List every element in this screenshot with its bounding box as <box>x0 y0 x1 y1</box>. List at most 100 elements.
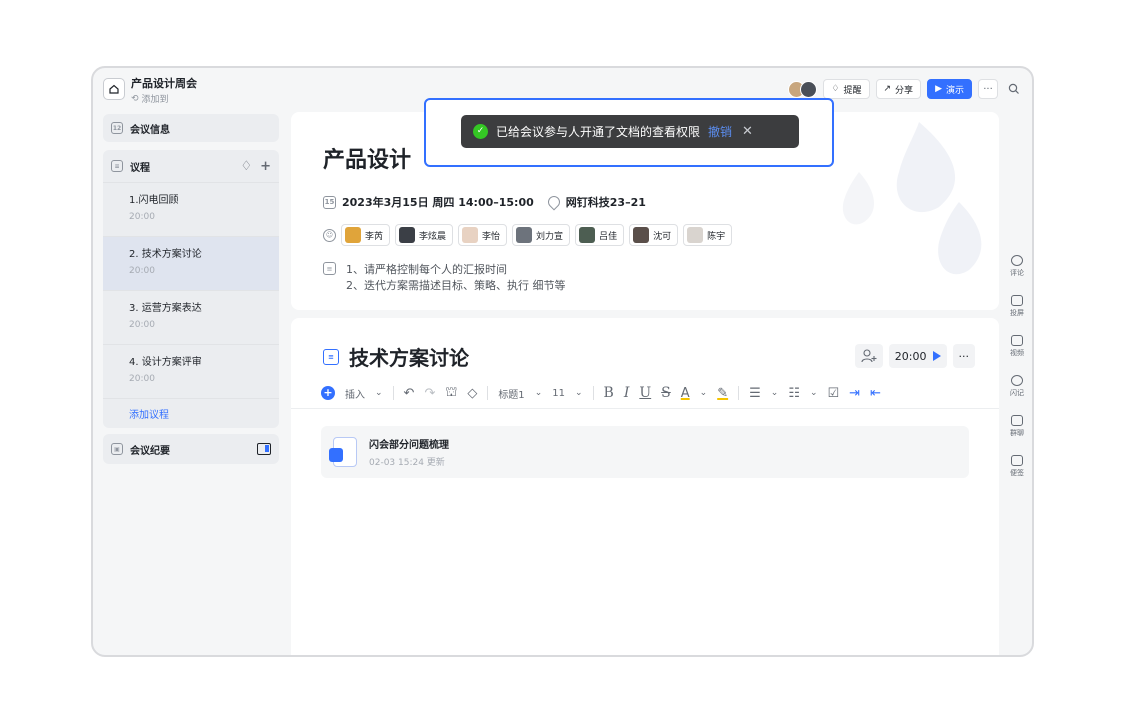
insert-menu[interactable]: 插入 <box>345 386 365 401</box>
minutes-label: 会议纪要 <box>130 445 170 457</box>
rail-sticky-note[interactable]: 便签 <box>1002 446 1032 486</box>
underline-icon[interactable]: U <box>639 385 651 401</box>
participant-chip[interactable]: 李怡 <box>458 224 508 246</box>
heading-select[interactable]: 标题1 <box>498 386 524 401</box>
divider <box>291 408 999 409</box>
undo-button[interactable]: 撤销 <box>708 123 732 140</box>
chevron-down-icon[interactable]: ⌄ <box>375 388 383 398</box>
chevron-down-icon[interactable]: ⌄ <box>810 388 818 398</box>
participant-chip[interactable]: 李炫晨 <box>395 224 454 246</box>
divider <box>738 386 740 400</box>
participant-chip[interactable]: 刘力宣 <box>512 224 571 246</box>
outdent-icon[interactable]: ⇤ <box>870 386 881 401</box>
highlight-icon[interactable]: ✎ <box>717 386 728 401</box>
rail-group-chat[interactable]: 群聊 <box>1002 406 1032 446</box>
agenda-item-time: 20:00 <box>129 266 155 276</box>
bullet-list-icon[interactable]: ☰ <box>749 386 761 401</box>
sidebar: 12 会议信息 ≡ 议程 ♢ + 1.闪电回顾 20:00 2. 技术方案讨论 … <box>103 114 279 464</box>
agenda-bell-icon[interactable]: ♢ <box>240 159 252 174</box>
agenda-item-1[interactable]: 1.闪电回顾 20:00 <box>103 182 279 236</box>
minutes-section[interactable]: ▣ 会议纪要 <box>103 434 279 464</box>
redo-icon[interactable]: ↷ <box>424 386 435 401</box>
collaborator-avatars[interactable] <box>788 80 818 98</box>
divider <box>592 386 594 400</box>
participant-chip[interactable]: 沈可 <box>629 224 679 246</box>
microphone-icon <box>1011 374 1023 386</box>
section-editor-card: ≡ 技术方案讨论 20:00 ··· + 插入 ⌄ ↶ ↷ ⛫ ◇ 标题1 ⌄ … <box>291 318 999 655</box>
meeting-datetime: 2023年3月15日 周四 14:00–15:00 <box>342 196 534 209</box>
eraser-icon[interactable]: ◇ <box>467 386 477 401</box>
section-controls: 20:00 ··· <box>854 344 975 368</box>
rail-comment[interactable]: 评论 <box>1002 246 1032 286</box>
checkbox-icon[interactable]: ☑ <box>828 386 840 401</box>
success-check-icon: ✓ <box>473 124 488 139</box>
numbered-list-icon[interactable]: ☷ <box>788 386 800 401</box>
avatar <box>579 227 596 243</box>
permission-toast: ✓ 已给会议参与人开通了文档的查看权限 撤销 ✕ <box>461 115 799 148</box>
rail-video[interactable]: 视频 <box>1002 326 1032 366</box>
meeting-title: 产品设计 <box>323 148 412 173</box>
rail-label: 闪记 <box>1010 388 1024 397</box>
bell-icon: ♢ <box>831 84 840 94</box>
font-color-icon[interactable]: A <box>681 386 690 401</box>
timer-value: 20:00 <box>894 349 927 363</box>
remind-button[interactable]: ♢ 提醒 <box>823 79 870 99</box>
participant-chip[interactable]: 李芮 <box>341 224 391 246</box>
add-to-button[interactable]: ⟲ 添加到 <box>131 92 169 106</box>
more-button[interactable]: ··· <box>978 79 998 99</box>
insert-plus-icon[interactable]: + <box>321 386 335 400</box>
video-icon <box>1011 334 1023 346</box>
close-icon[interactable]: ✕ <box>742 124 753 139</box>
participant-name: 沈可 <box>653 231 672 242</box>
add-agenda-icon[interactable]: + <box>260 159 271 174</box>
italic-icon[interactable]: I <box>624 385 630 401</box>
home-button[interactable] <box>103 78 125 100</box>
agenda-item-3[interactable]: 3. 运营方案表达 20:00 <box>103 290 279 344</box>
meeting-location[interactable]: 网钉科技23–21 <box>566 194 646 210</box>
rail-flash-note[interactable]: 闪记 <box>1002 366 1032 406</box>
chevron-down-icon[interactable]: ⌄ <box>700 388 708 398</box>
rail-cast[interactable]: 投屏 <box>1002 286 1032 326</box>
add-to-label: 添加到 <box>141 95 169 105</box>
bold-icon[interactable]: B <box>604 385 614 401</box>
rail-label: 投屏 <box>1010 308 1024 317</box>
agenda-section: ≡ 议程 ♢ + 1.闪电回顾 20:00 2. 技术方案讨论 20:00 3.… <box>103 150 279 428</box>
participant-chip[interactable]: 陈宇 <box>683 224 733 246</box>
indent-icon[interactable]: ⇥ <box>849 386 860 401</box>
agenda-item-time: 20:00 <box>129 212 155 222</box>
note-icon: ≡ <box>323 262 336 275</box>
timer-button[interactable]: 20:00 <box>888 344 947 368</box>
participant-chip[interactable]: 吕佳 <box>575 224 625 246</box>
strikethrough-icon[interactable]: S <box>661 385 671 401</box>
format-painter-icon[interactable]: ⛫ <box>445 385 457 402</box>
share-button[interactable]: ↗ 分享 <box>875 79 922 99</box>
chevron-down-icon[interactable]: ⌄ <box>771 388 779 398</box>
agenda-item-4[interactable]: 4. 设计方案评审 20:00 <box>103 344 279 398</box>
add-member-button[interactable] <box>854 344 883 368</box>
section-more-button[interactable]: ··· <box>952 344 975 368</box>
agenda-item-2[interactable]: 2. 技术方案讨论 20:00 <box>103 236 279 290</box>
file-card[interactable]: 闪会部分问题梳理 02-03 15:24 更新 <box>321 426 969 478</box>
minutes-icon: ▣ <box>111 443 123 455</box>
present-button[interactable]: ▶ 演示 <box>927 79 972 99</box>
participant-name: 李芮 <box>365 231 384 242</box>
document-icon: ≡ <box>323 348 339 365</box>
chevron-down-icon[interactable]: ⌄ <box>535 388 543 398</box>
search-button[interactable] <box>1004 79 1024 99</box>
play-icon: ▶ <box>935 84 942 94</box>
undo-icon[interactable]: ↶ <box>404 386 415 401</box>
rail-label: 便签 <box>1010 468 1024 477</box>
meeting-info-section[interactable]: 12 会议信息 <box>103 114 279 142</box>
panel-toggle-icon[interactable] <box>257 443 271 455</box>
agenda-item-title: 4. 设计方案评审 <box>129 357 202 368</box>
calendar-icon: 15 <box>323 195 336 209</box>
participant-name: 陈宇 <box>707 231 726 242</box>
present-label: 演示 <box>945 85 964 96</box>
chevron-down-icon[interactable]: ⌄ <box>575 388 583 398</box>
font-size-select[interactable]: 11 <box>552 388 565 399</box>
editor-toolbar: + 插入 ⌄ ↶ ↷ ⛫ ◇ 标题1 ⌄ 11 ⌄ B I U S A ⌄ ✎ … <box>321 382 981 404</box>
meeting-notes: ≡ 1、请严格控制每个人的汇报时间 2、迭代方案需描述目标、策略、执行 细节等 <box>323 262 566 294</box>
divider <box>487 386 489 400</box>
add-agenda-link[interactable]: 添加议程 <box>103 398 279 428</box>
home-icon <box>109 84 119 94</box>
